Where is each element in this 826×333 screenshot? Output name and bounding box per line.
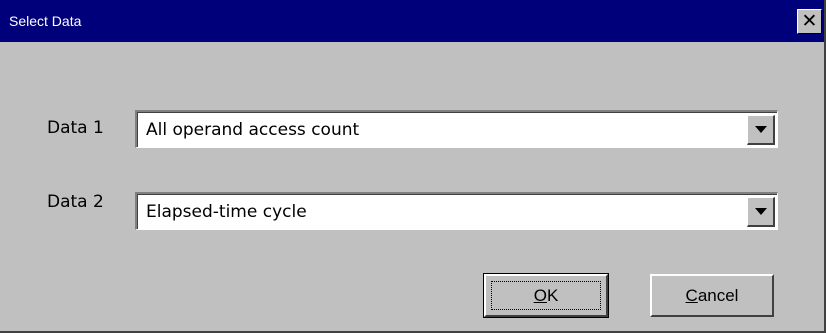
chevron-down-icon xyxy=(754,208,767,215)
chevron-down-icon xyxy=(754,126,767,133)
close-button[interactable]: ✕ xyxy=(797,9,822,34)
data-1-value: All operand access count xyxy=(146,120,360,140)
cancel-button-label: Cancel xyxy=(685,285,739,305)
window-title: Select Data xyxy=(9,13,82,29)
close-icon: ✕ xyxy=(801,10,818,32)
title-bar[interactable]: Select Data ✕ xyxy=(0,0,824,42)
data-2-value: Elapsed-time cycle xyxy=(146,202,307,222)
data-1-dropdown-button[interactable] xyxy=(747,115,775,145)
data-2-label: Data 2 xyxy=(47,192,104,212)
data-1-label: Data 1 xyxy=(47,118,104,138)
data-1-select[interactable]: All operand access count xyxy=(135,110,778,148)
cancel-button[interactable]: Cancel xyxy=(650,274,774,317)
ok-button-label: OK xyxy=(533,285,559,305)
ok-button[interactable]: OK xyxy=(483,273,609,318)
data-2-dropdown-button[interactable] xyxy=(747,197,775,227)
data-2-select[interactable]: Elapsed-time cycle xyxy=(135,192,778,230)
select-data-dialog: Select Data ✕ Data 1 All operand access … xyxy=(0,0,826,333)
